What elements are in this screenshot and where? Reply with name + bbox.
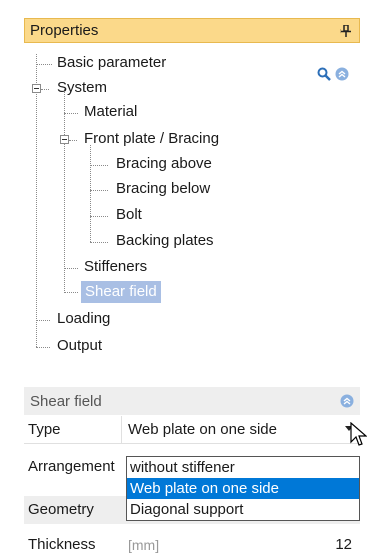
tree-item-bolt[interactable]: Bolt [116,204,142,226]
dropdown-option-without-stiffener[interactable]: without stiffener [127,457,359,478]
tree-item-bracing-above[interactable]: Bracing above [116,153,212,175]
type-row: Type Web plate on one side [24,416,360,444]
tree-item-material[interactable]: Material [84,101,137,123]
collapse-up-icon[interactable] [340,394,354,408]
properties-header: Properties ꟷ [24,18,360,43]
geometry-label: Geometry [28,501,94,518]
tree-item-bracing-below[interactable]: Bracing below [116,178,210,200]
dropdown-option-diagonal-support[interactable]: Diagonal support [127,499,359,520]
tree-item-loading[interactable]: Loading [57,308,110,330]
tree-item-front-plate-bracing[interactable]: Front plate / Bracing [84,128,219,150]
thickness-row: Thickness [mm] 12 [24,536,360,554]
dropdown-option-web-plate-one-side[interactable]: Web plate on one side [127,478,359,499]
tree-item-basic-parameter[interactable]: Basic parameter [57,52,166,74]
type-select[interactable]: Web plate on one side [122,416,360,443]
properties-tree: Basic parameter System Material Front pl… [24,48,360,368]
type-dropdown-list: without stiffener Web plate on one side … [126,456,360,521]
tree-item-stiffeners[interactable]: Stiffeners [84,256,147,278]
mouse-cursor-icon [350,422,367,446]
collapse-icon[interactable] [32,84,41,93]
thickness-input[interactable]: [mm] 12 [122,536,360,554]
pin-icon[interactable]: ꟷ [340,22,351,40]
tree-item-system[interactable]: System [57,77,107,99]
thickness-label: Thickness [28,536,96,553]
type-label: Type [24,416,122,443]
section-title: Shear field [30,392,102,410]
properties-title: Properties [30,22,99,39]
tree-item-shear-field[interactable]: Shear field [81,281,161,303]
shear-field-section-header: Shear field [24,387,360,415]
collapse-icon[interactable] [60,135,69,144]
tree-item-backing-plates[interactable]: Backing plates [116,230,214,252]
type-value: Web plate on one side [128,421,277,438]
arrangement-label: Arrangement [28,458,115,475]
thickness-unit: [mm] [128,537,160,553]
thickness-value: 12 [335,536,352,553]
tree-item-output[interactable]: Output [57,335,102,357]
